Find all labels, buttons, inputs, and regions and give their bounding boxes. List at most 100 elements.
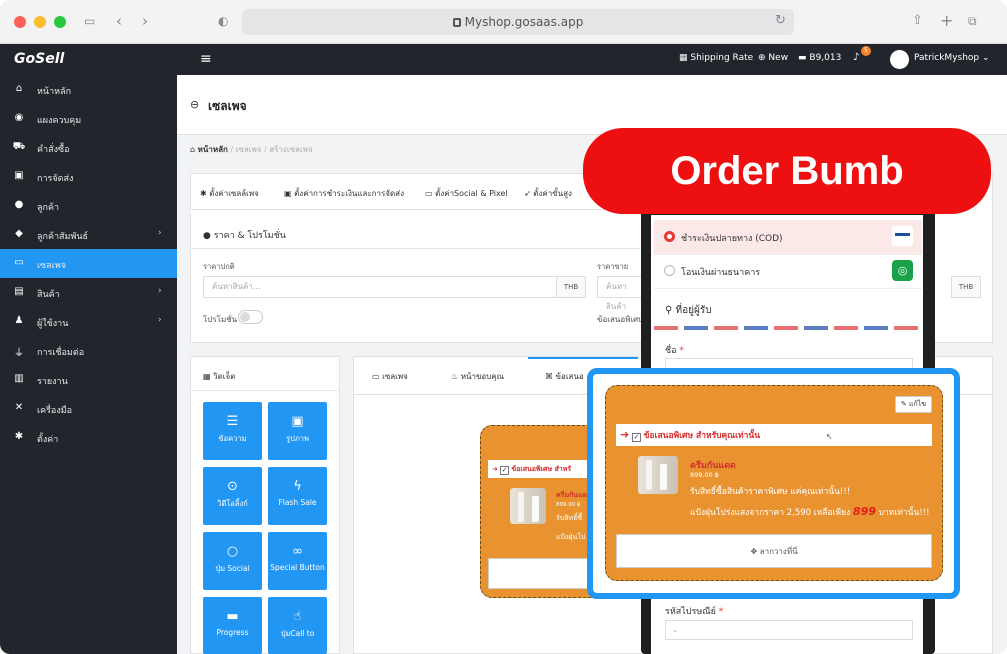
product-name-small: ครีมกันแด: [556, 491, 588, 499]
shield-icon[interactable]: ◐: [218, 12, 228, 30]
promotion-toggle[interactable]: [238, 310, 263, 324]
checkbox-small[interactable]: ✓: [500, 466, 510, 475]
widget-text-button[interactable]: ☰ ข้อความ: [203, 402, 262, 460]
sidebar-item-salepage[interactable]: ▭ เซลเพจ: [0, 249, 177, 278]
currency-unit: THB: [556, 276, 586, 298]
widget-flash-sale-button[interactable]: ϟ Flash Sale: [268, 467, 327, 525]
window-icon: ▭: [372, 372, 380, 381]
address-bar[interactable]: Myshop.gosaas.app: [242, 9, 794, 35]
tab-salepage[interactable]: ▭ เซลเพจ: [372, 370, 408, 383]
progress-icon: ▬: [226, 609, 239, 624]
new-button[interactable]: ⊕ New: [758, 53, 788, 63]
currency-unit-sale: THB: [951, 276, 981, 298]
sale-price-input[interactable]: ค้นหาสินค้า: [597, 276, 642, 311]
sidebar-item-integrations[interactable]: ⏚ การเชื่อมต่อ: [0, 336, 177, 365]
sidebar-item-customers[interactable]: ● ลูกค้า: [0, 191, 177, 220]
maximize-window-icon[interactable]: [54, 16, 66, 28]
tab-advanced[interactable]: ➶ ตั้งค่าขั้นสูง: [524, 187, 572, 200]
postcode-input[interactable]: ⌄: [665, 620, 913, 640]
close-window-icon[interactable]: [14, 16, 26, 28]
widget-call-button[interactable]: ☝ ปุ่มCall to: [268, 597, 327, 654]
arrow-right-icon: ➜: [620, 428, 630, 441]
tab-payment-shipping[interactable]: ▣ ตั้งค่าการชำระเงินและการจัดส่ง: [284, 187, 404, 200]
lightning-icon: ϟ: [293, 479, 302, 494]
sidebar: ⌂ หน้าหลัก ◉ แผงควบคุม ⛟ คำสั่งซื้อ ▣ การจัด…: [0, 75, 177, 654]
calculator-icon: ▦: [679, 53, 688, 63]
move-icon: ✥: [750, 547, 758, 556]
breadcrumb-salepage[interactable]: เซลเพจ: [236, 145, 262, 154]
forward-icon[interactable]: ›: [142, 12, 148, 30]
cod-logo-icon: [892, 226, 913, 246]
logo[interactable]: GoSell: [14, 51, 64, 67]
play-icon: ⊙: [227, 479, 238, 494]
sidebar-item-products[interactable]: ▤ สินค้า ›: [0, 278, 177, 307]
transfer-radio[interactable]: [664, 265, 675, 276]
shipping-rate-link[interactable]: ▦ Shipping Rate: [679, 53, 753, 63]
browser-chrome: ▭ ‹ › ◐ Myshop.gosaas.app ↻ ⇧ + ⧉: [0, 0, 1007, 44]
credit-balance[interactable]: ▬ B9,013: [798, 53, 841, 63]
cod-radio[interactable]: [664, 231, 675, 242]
breadcrumb-home[interactable]: หน้าหลัก: [198, 145, 228, 154]
box-icon: ▤: [14, 286, 24, 297]
notification-badge: 5: [861, 46, 871, 56]
widget-image-button[interactable]: ▣ รูปภาพ: [268, 402, 327, 460]
breadcrumb-create: สร้างเซลเพจ: [269, 145, 313, 154]
home-icon: ⌂: [190, 145, 196, 154]
offer-line1-small: รับสิทธิ์ซื้: [556, 514, 583, 522]
offer-line1: รับสิทธิ์ซื้อสินค้าราคาพิเศษ แค่คุณเท่าน…: [690, 487, 851, 497]
sidebar-item-users[interactable]: ♟ ผู้ใช้งาน ›: [0, 307, 177, 336]
name-label: ชื่อ *: [665, 346, 684, 356]
regular-price-input[interactable]: ค้นหาสินค้า...: [203, 276, 559, 298]
sidebar-item-settings[interactable]: ✱ ตั้งค่า: [0, 423, 177, 452]
regular-price-label: ราคาปกติ: [203, 262, 235, 271]
back-icon[interactable]: ‹: [116, 12, 122, 30]
tab-page-settings[interactable]: ✱ ตั้งค่าเซลล์เพจ: [200, 187, 259, 200]
new-tab-icon[interactable]: +: [940, 12, 953, 30]
share-nodes-icon: ∞: [292, 544, 303, 559]
crm-icon: ◆: [15, 228, 23, 239]
map-pin-icon: ⚲: [665, 305, 673, 316]
share-icon[interactable]: ⇧: [912, 12, 923, 30]
special-offer-label: ข้อเสนอพิเศษ: [597, 315, 644, 324]
widget-video-button[interactable]: ⊙ วิดีโอลิ้งก์: [203, 467, 262, 525]
chevron-right-icon: ›: [158, 286, 162, 296]
text-lines-icon: ☰: [226, 414, 239, 429]
postcode-label: รหัสไปรษณีย์ *: [665, 607, 724, 617]
gear-icon: ✱: [14, 431, 24, 442]
salepage-icon: ▭: [14, 257, 24, 268]
product-price-small: 899.00 ฿: [556, 502, 581, 508]
sidebar-item-crm[interactable]: ◆ ลูกค้าสัมพันธ์ ›: [0, 220, 177, 249]
page-header: [177, 75, 1007, 135]
price-section-title: ● ราคา & โปรโมชั่น: [203, 231, 286, 241]
tools-icon: ✕: [14, 402, 24, 413]
tab-social-pixel[interactable]: ▭ ตั้งค่าSocial & Pixel: [425, 187, 508, 200]
avatar[interactable]: [890, 50, 909, 69]
bell-icon[interactable]: ♪: [853, 52, 859, 63]
widget-special-button[interactable]: ∞ Special Button: [268, 532, 327, 590]
sidebar-item-tools[interactable]: ✕ เครื่องมือ: [0, 394, 177, 423]
tab-thankyou[interactable]: ♨ หน้าขอบคุณ: [451, 370, 504, 383]
user-menu[interactable]: PatrickMyshop ⌄: [914, 53, 990, 63]
edit-button[interactable]: ✎ แก้ไข: [895, 396, 932, 413]
app-window: ▭ ‹ › ◐ Myshop.gosaas.app ↻ ⇧ + ⧉ GoSell…: [0, 0, 1007, 654]
widget-progress-button[interactable]: ▬ Progress: [203, 597, 262, 654]
widget-social-button[interactable]: ○ ปุ่ม Social: [203, 532, 262, 590]
transfer-label: โอนเงินผ่านธนาคาร: [681, 268, 761, 278]
sidebar-item-orders[interactable]: ⛟ คำสั่งซื้อ: [0, 133, 177, 162]
sidebar-item-reports[interactable]: ▥ รายงาน: [0, 365, 177, 394]
cursor-icon: ↖: [826, 432, 833, 441]
menu-icon[interactable]: ≡: [200, 51, 212, 67]
cart-icon: ⛟: [12, 141, 26, 152]
sidebar-item-dashboard[interactable]: ◉ แผงควบคุม: [0, 104, 177, 133]
bump-checkbox[interactable]: ✓: [631, 433, 641, 442]
drop-zone[interactable]: ✥ ลากวางที่นี่: [616, 534, 932, 568]
sidebar-toggle-icon[interactable]: ▭: [84, 12, 95, 30]
gift-icon: ⌘: [545, 372, 553, 381]
tabs-overview-icon[interactable]: ⧉: [968, 12, 977, 30]
sidebar-item-shipping[interactable]: ▣ การจัดส่ง: [0, 162, 177, 191]
back-arrow-icon[interactable]: ⊖: [190, 98, 199, 111]
minimize-window-icon[interactable]: [34, 16, 46, 28]
reload-icon[interactable]: ↻: [775, 12, 786, 30]
sidebar-item-home[interactable]: ⌂ หน้าหลัก: [0, 75, 177, 104]
lock-icon: [452, 18, 461, 27]
